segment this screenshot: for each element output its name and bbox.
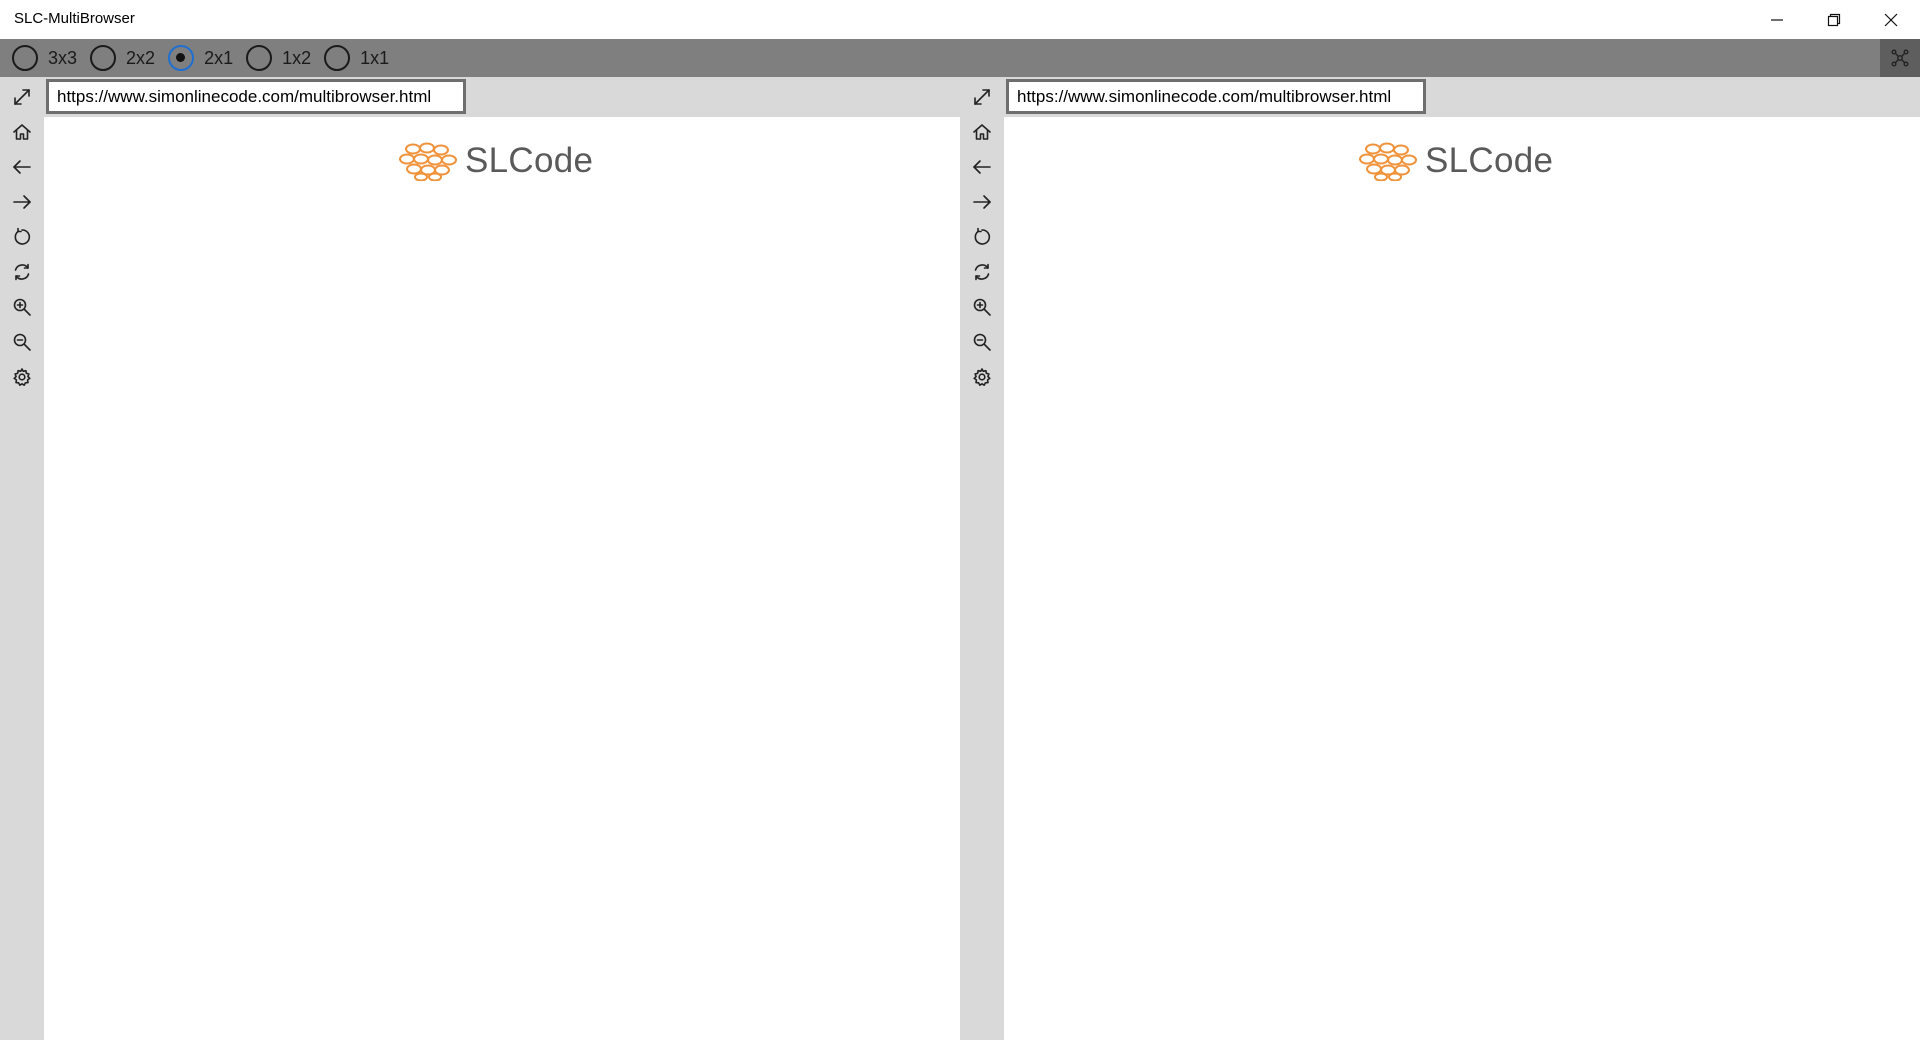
sync-button[interactable] xyxy=(960,254,1004,289)
expand-button[interactable] xyxy=(960,79,1004,114)
settings-button[interactable] xyxy=(0,359,44,394)
browser-pane-1: SLCode xyxy=(0,77,960,1040)
reload-button[interactable] xyxy=(960,219,1004,254)
radio-layout-1x1[interactable]: 1x1 xyxy=(324,45,389,71)
radio-layout-1x2[interactable]: 1x2 xyxy=(246,45,311,71)
close-icon xyxy=(1884,13,1897,26)
radio-layout-3x3[interactable]: 3x3 xyxy=(12,45,77,71)
zoom-out-button[interactable] xyxy=(0,324,44,359)
back-arrow-icon xyxy=(13,159,31,174)
web-content[interactable]: SLCode xyxy=(1004,117,1920,1040)
pane-toolbar xyxy=(960,77,1004,1040)
browser-pane-2: SLCode xyxy=(960,77,1920,1040)
minimize-button[interactable] xyxy=(1748,0,1805,39)
reload-icon xyxy=(14,227,31,245)
home-button[interactable] xyxy=(960,114,1004,149)
back-button[interactable] xyxy=(960,149,1004,184)
home-icon xyxy=(13,123,31,140)
zoom-out-icon xyxy=(973,333,991,351)
expand-icon xyxy=(14,88,30,105)
network-icon xyxy=(1891,49,1909,67)
radio-circle[interactable] xyxy=(90,45,117,71)
minimize-icon xyxy=(1770,18,1783,21)
web-content[interactable]: SLCode xyxy=(44,117,960,1040)
radio-circle[interactable] xyxy=(12,45,38,71)
pane-toolbar xyxy=(0,77,44,1040)
radio-layout-2x1[interactable]: 2x1 xyxy=(168,45,233,71)
radio-label: 2x1 xyxy=(204,47,234,68)
home-button[interactable] xyxy=(0,114,44,149)
sync-icon xyxy=(974,263,990,280)
home-icon xyxy=(973,123,991,140)
radio-label: 1x2 xyxy=(282,47,312,68)
reload-button[interactable] xyxy=(0,219,44,254)
close-button[interactable] xyxy=(1862,0,1919,39)
radio-circle[interactable] xyxy=(324,45,351,71)
network-button[interactable] xyxy=(1880,39,1920,77)
layout-bar: 3x3 2x2 2x1 1x2 1x1 xyxy=(0,39,1920,77)
radio-label: 3x3 xyxy=(48,47,78,68)
honeycomb-logo-icon xyxy=(399,142,457,181)
url-input[interactable] xyxy=(1006,79,1426,114)
window-title: SLC-MultiBrowser xyxy=(14,10,135,27)
logo-text: SLCode xyxy=(465,141,594,180)
expand-icon xyxy=(974,88,990,105)
settings-button[interactable] xyxy=(960,359,1004,394)
zoom-out-button[interactable] xyxy=(960,324,1004,359)
restore-icon xyxy=(1827,13,1840,26)
logo-text: SLCode xyxy=(1425,141,1554,180)
radio-label: 2x2 xyxy=(126,47,156,68)
radio-label: 1x1 xyxy=(360,47,390,68)
title-bar: SLC-MultiBrowser xyxy=(0,0,1920,39)
radio-circle[interactable] xyxy=(246,45,273,71)
radio-layout-2x2[interactable]: 2x2 xyxy=(90,45,155,71)
gear-icon xyxy=(13,367,31,386)
zoom-in-icon xyxy=(973,298,991,316)
gear-icon xyxy=(973,367,991,386)
expand-button[interactable] xyxy=(0,79,44,114)
forward-button[interactable] xyxy=(0,184,44,219)
reload-icon xyxy=(974,227,991,245)
address-bar xyxy=(1004,77,1920,117)
layout-radio-group: 3x3 2x2 2x1 1x2 1x1 xyxy=(12,39,402,77)
slcode-logo[interactable]: SLCode xyxy=(399,141,593,181)
zoom-in-icon xyxy=(13,298,31,316)
zoom-in-button[interactable] xyxy=(0,289,44,324)
restore-button[interactable] xyxy=(1805,0,1862,39)
sync-icon xyxy=(14,263,30,280)
honeycomb-logo-icon xyxy=(1359,142,1417,181)
zoom-out-icon xyxy=(13,333,31,351)
address-bar xyxy=(44,77,960,117)
forward-button[interactable] xyxy=(960,184,1004,219)
sync-button[interactable] xyxy=(0,254,44,289)
forward-arrow-icon xyxy=(13,194,31,209)
back-button[interactable] xyxy=(0,149,44,184)
forward-arrow-icon xyxy=(973,194,991,209)
radio-circle-selected[interactable] xyxy=(168,45,195,71)
url-input[interactable] xyxy=(46,79,466,114)
back-arrow-icon xyxy=(973,159,991,174)
zoom-in-button[interactable] xyxy=(960,289,1004,324)
slcode-logo[interactable]: SLCode xyxy=(1359,141,1553,181)
